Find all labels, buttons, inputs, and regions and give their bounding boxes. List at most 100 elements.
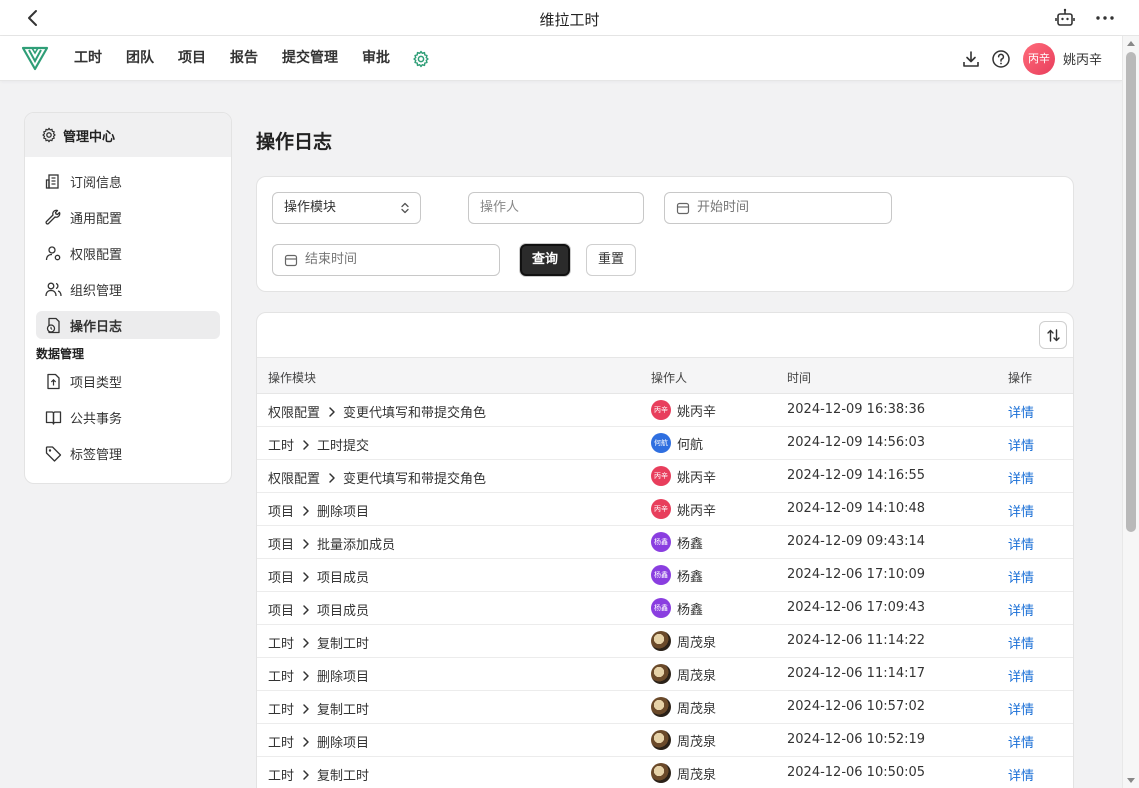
sidebar-item-permission-config[interactable]: 权限配置 xyxy=(36,239,220,267)
end-time-picker[interactable]: 结束时间 xyxy=(272,244,500,276)
chevron-right-icon xyxy=(303,538,309,549)
sidebar-item-public-affairs[interactable]: 公共事务 xyxy=(36,403,220,431)
module-name: 工时 xyxy=(268,637,295,652)
calendar-icon xyxy=(676,202,690,215)
module-action: 项目成员 xyxy=(317,604,370,619)
operator-cell: 丙辛 姚丙辛 xyxy=(651,466,716,486)
sidebar-item-label: 公共事务 xyxy=(70,411,123,427)
nav-item-report[interactable]: 报告 xyxy=(218,36,270,81)
module-action: 变更代填写和带提交角色 xyxy=(343,472,487,487)
sidebar-item-tag-management[interactable]: 标签管理 xyxy=(36,439,220,467)
user-name[interactable]: 姚丙辛 xyxy=(1063,49,1102,68)
nav-item-worktime[interactable]: 工时 xyxy=(62,36,114,81)
sidebar-item-subscription[interactable]: 订阅信息 xyxy=(36,167,220,195)
download-icon[interactable] xyxy=(961,49,981,69)
chevron-right-icon xyxy=(329,472,335,483)
gear-icon xyxy=(42,127,56,143)
operator-avatar-photo xyxy=(651,730,671,750)
operator-name: 何航 xyxy=(677,437,704,453)
robot-icon[interactable] xyxy=(1053,7,1077,29)
scroll-up-arrow-icon[interactable] xyxy=(1127,41,1135,46)
table-row: 工时 复制工时 周茂泉 2024-12-06 10:50:05 详情 xyxy=(257,757,1073,788)
start-time-picker[interactable]: 开始时间 xyxy=(664,192,892,224)
operator-avatar: 何航 xyxy=(651,433,671,453)
detail-link[interactable]: 详情 xyxy=(1008,699,1034,718)
file-icon xyxy=(47,373,60,389)
operator-input[interactable]: 操作人 xyxy=(468,192,644,224)
time-cell: 2024-12-09 14:16:55 xyxy=(787,468,926,483)
operator-name: 姚丙辛 xyxy=(677,503,717,519)
operator-name: 杨鑫 xyxy=(677,569,704,585)
settings-gear-icon[interactable] xyxy=(412,50,430,68)
module-name: 项目 xyxy=(268,571,295,586)
module-name: 项目 xyxy=(268,538,295,553)
operator-name: 周茂泉 xyxy=(677,701,717,717)
page-scrollbar[interactable] xyxy=(1122,36,1139,788)
query-button[interactable]: 查询 xyxy=(520,244,570,276)
detail-link[interactable]: 详情 xyxy=(1008,732,1034,751)
sort-arrows-icon xyxy=(1047,329,1060,342)
sidebar-item-project-type[interactable]: 项目类型 xyxy=(36,367,220,395)
detail-link[interactable]: 详情 xyxy=(1008,534,1034,553)
nav-item-approval[interactable]: 审批 xyxy=(350,36,402,81)
page-title: 操作日志 xyxy=(256,131,333,153)
time-cell: 2024-12-06 17:10:09 xyxy=(787,567,926,582)
scrollbar-thumb[interactable] xyxy=(1126,52,1136,532)
end-time-placeholder: 结束时间 xyxy=(305,252,358,267)
sidebar-item-label: 权限配置 xyxy=(70,247,123,263)
operator-avatar-photo xyxy=(651,697,671,717)
calendar-icon xyxy=(284,254,298,267)
nav-item-submission[interactable]: 提交管理 xyxy=(270,36,350,81)
chevron-right-icon xyxy=(303,604,309,615)
chevron-right-icon xyxy=(303,439,309,450)
column-header-action: 操作 xyxy=(1008,371,1033,385)
help-icon[interactable] xyxy=(991,49,1011,69)
table-row: 权限配置 变更代填写和带提交角色 丙辛 姚丙辛 2024-12-09 14:16… xyxy=(257,460,1073,493)
module-cell: 权限配置 变更代填写和带提交角色 xyxy=(268,468,486,487)
user-avatar[interactable]: 丙辛 xyxy=(1022,42,1055,75)
sort-button[interactable] xyxy=(1039,321,1067,349)
table-row: 工时 工时提交 何航 何航 2024-12-09 14:56:03 详情 xyxy=(257,427,1073,460)
detail-link[interactable]: 详情 xyxy=(1008,402,1034,421)
operator-avatar: 丙辛 xyxy=(651,400,671,420)
sidebar-item-organization[interactable]: 组织管理 xyxy=(36,275,220,303)
detail-link[interactable]: 详情 xyxy=(1008,567,1034,586)
reset-button[interactable]: 重置 xyxy=(586,244,636,276)
users-icon xyxy=(45,282,62,296)
detail-link[interactable]: 详情 xyxy=(1008,600,1034,619)
operator-avatar-photo xyxy=(651,631,671,651)
detail-link[interactable]: 详情 xyxy=(1008,435,1034,454)
sidebar-item-label: 标签管理 xyxy=(70,447,123,463)
nav-right: 丙辛 姚丙辛 xyxy=(951,36,1102,81)
app-logo-icon[interactable] xyxy=(21,44,49,72)
operator-cell: 丙辛 姚丙辛 xyxy=(651,400,716,420)
table-row: 工时 删除项目 周茂泉 2024-12-06 10:52:19 详情 xyxy=(257,724,1073,757)
sidebar-item-label: 通用配置 xyxy=(70,211,123,227)
sidebar-item-general-config[interactable]: 通用配置 xyxy=(36,203,220,231)
sidebar-item-label: 组织管理 xyxy=(70,283,123,299)
detail-link[interactable]: 详情 xyxy=(1008,633,1034,652)
more-icon[interactable] xyxy=(1093,7,1117,29)
scroll-down-arrow-icon[interactable] xyxy=(1127,778,1135,783)
table-row: 权限配置 变更代填写和带提交角色 丙辛 姚丙辛 2024-12-09 16:38… xyxy=(257,394,1073,427)
sidebar-item-operation-log[interactable]: 操作日志 xyxy=(36,311,220,339)
detail-link[interactable]: 详情 xyxy=(1008,468,1034,487)
nav-item-team[interactable]: 团队 xyxy=(114,36,166,81)
module-select-value: 操作模块 xyxy=(284,200,337,215)
module-action: 删除项目 xyxy=(317,670,370,685)
chevron-right-icon xyxy=(303,571,309,582)
filter-panel: 操作模块 操作人 开始时间 结束时间 查询 重置 xyxy=(256,176,1074,292)
module-name: 项目 xyxy=(268,604,295,619)
detail-link[interactable]: 详情 xyxy=(1008,666,1034,685)
module-name: 工时 xyxy=(268,703,295,718)
module-select[interactable]: 操作模块 xyxy=(272,192,421,224)
chevron-right-icon xyxy=(303,637,309,648)
operator-name: 姚丙辛 xyxy=(677,470,717,486)
detail-link[interactable]: 详情 xyxy=(1008,765,1034,784)
column-header-module: 操作模块 xyxy=(268,371,317,385)
nav-item-project[interactable]: 项目 xyxy=(166,36,218,81)
operator-name: 姚丙辛 xyxy=(677,404,717,420)
detail-link[interactable]: 详情 xyxy=(1008,501,1034,520)
operator-avatar-photo xyxy=(651,763,671,783)
module-action: 删除项目 xyxy=(317,505,370,520)
